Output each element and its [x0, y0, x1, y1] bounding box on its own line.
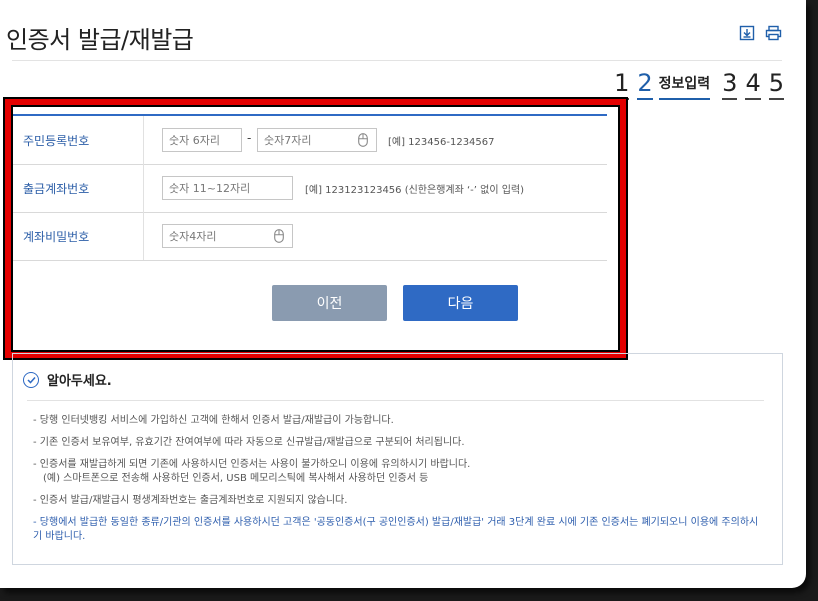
- check-circle-icon: [23, 371, 39, 388]
- notice-box: 알아두세요. - 당행 인터넷뱅킹 서비스에 가입하신 고객에 한해서 인증서 …: [12, 353, 783, 565]
- notice-list: - 당행 인터넷뱅킹 서비스에 가입하신 고객에 한해서 인증서 발급/재발급이…: [33, 414, 762, 552]
- notice-item: - 당행 인터넷뱅킹 서비스에 가입하신 고객에 한해서 인증서 발급/재발급이…: [33, 415, 394, 426]
- download-icon[interactable]: [738, 24, 756, 42]
- highlight-frame: [5, 99, 626, 358]
- page-panel: 인증서 발급/재발급 1 2 정보입력 3 4 5 주민등록번호 숫자 6자리 …: [0, 0, 806, 588]
- step-4: 4: [745, 70, 761, 100]
- header-divider: [12, 60, 782, 61]
- page-title: 인증서 발급/재발급: [6, 26, 194, 54]
- step-5: 5: [768, 70, 784, 100]
- step-1: 1: [614, 70, 630, 100]
- notice-title: 알아두세요.: [47, 374, 112, 389]
- step-3: 3: [722, 70, 738, 100]
- step-indicator: 1 2 정보입력 3 4 5: [614, 70, 784, 100]
- notice-item: - 기존 인증서 보유여부, 유효기간 잔여여부에 따라 자동으로 신규발급/재…: [33, 437, 465, 448]
- notice-item: - 인증서 발급/재발급시 평생계좌번호는 출금계좌번호로 지원되지 않습니다.: [33, 495, 348, 506]
- notice-item: - 인증서를 재발급하게 되면 기존에 사용하시던 인증서는 사용이 불가하오니…: [33, 459, 471, 484]
- notice-divider: [27, 400, 764, 401]
- step-2-current: 2: [637, 70, 653, 100]
- notice-header: 알아두세요.: [23, 370, 112, 389]
- notice-item-warning: - 당행에서 발급한 동일한 종류/기관의 인증서를 사용하시던 고객은 '공동…: [33, 517, 759, 542]
- print-icon[interactable]: [764, 24, 782, 42]
- step-2-label: 정보입력: [658, 74, 711, 100]
